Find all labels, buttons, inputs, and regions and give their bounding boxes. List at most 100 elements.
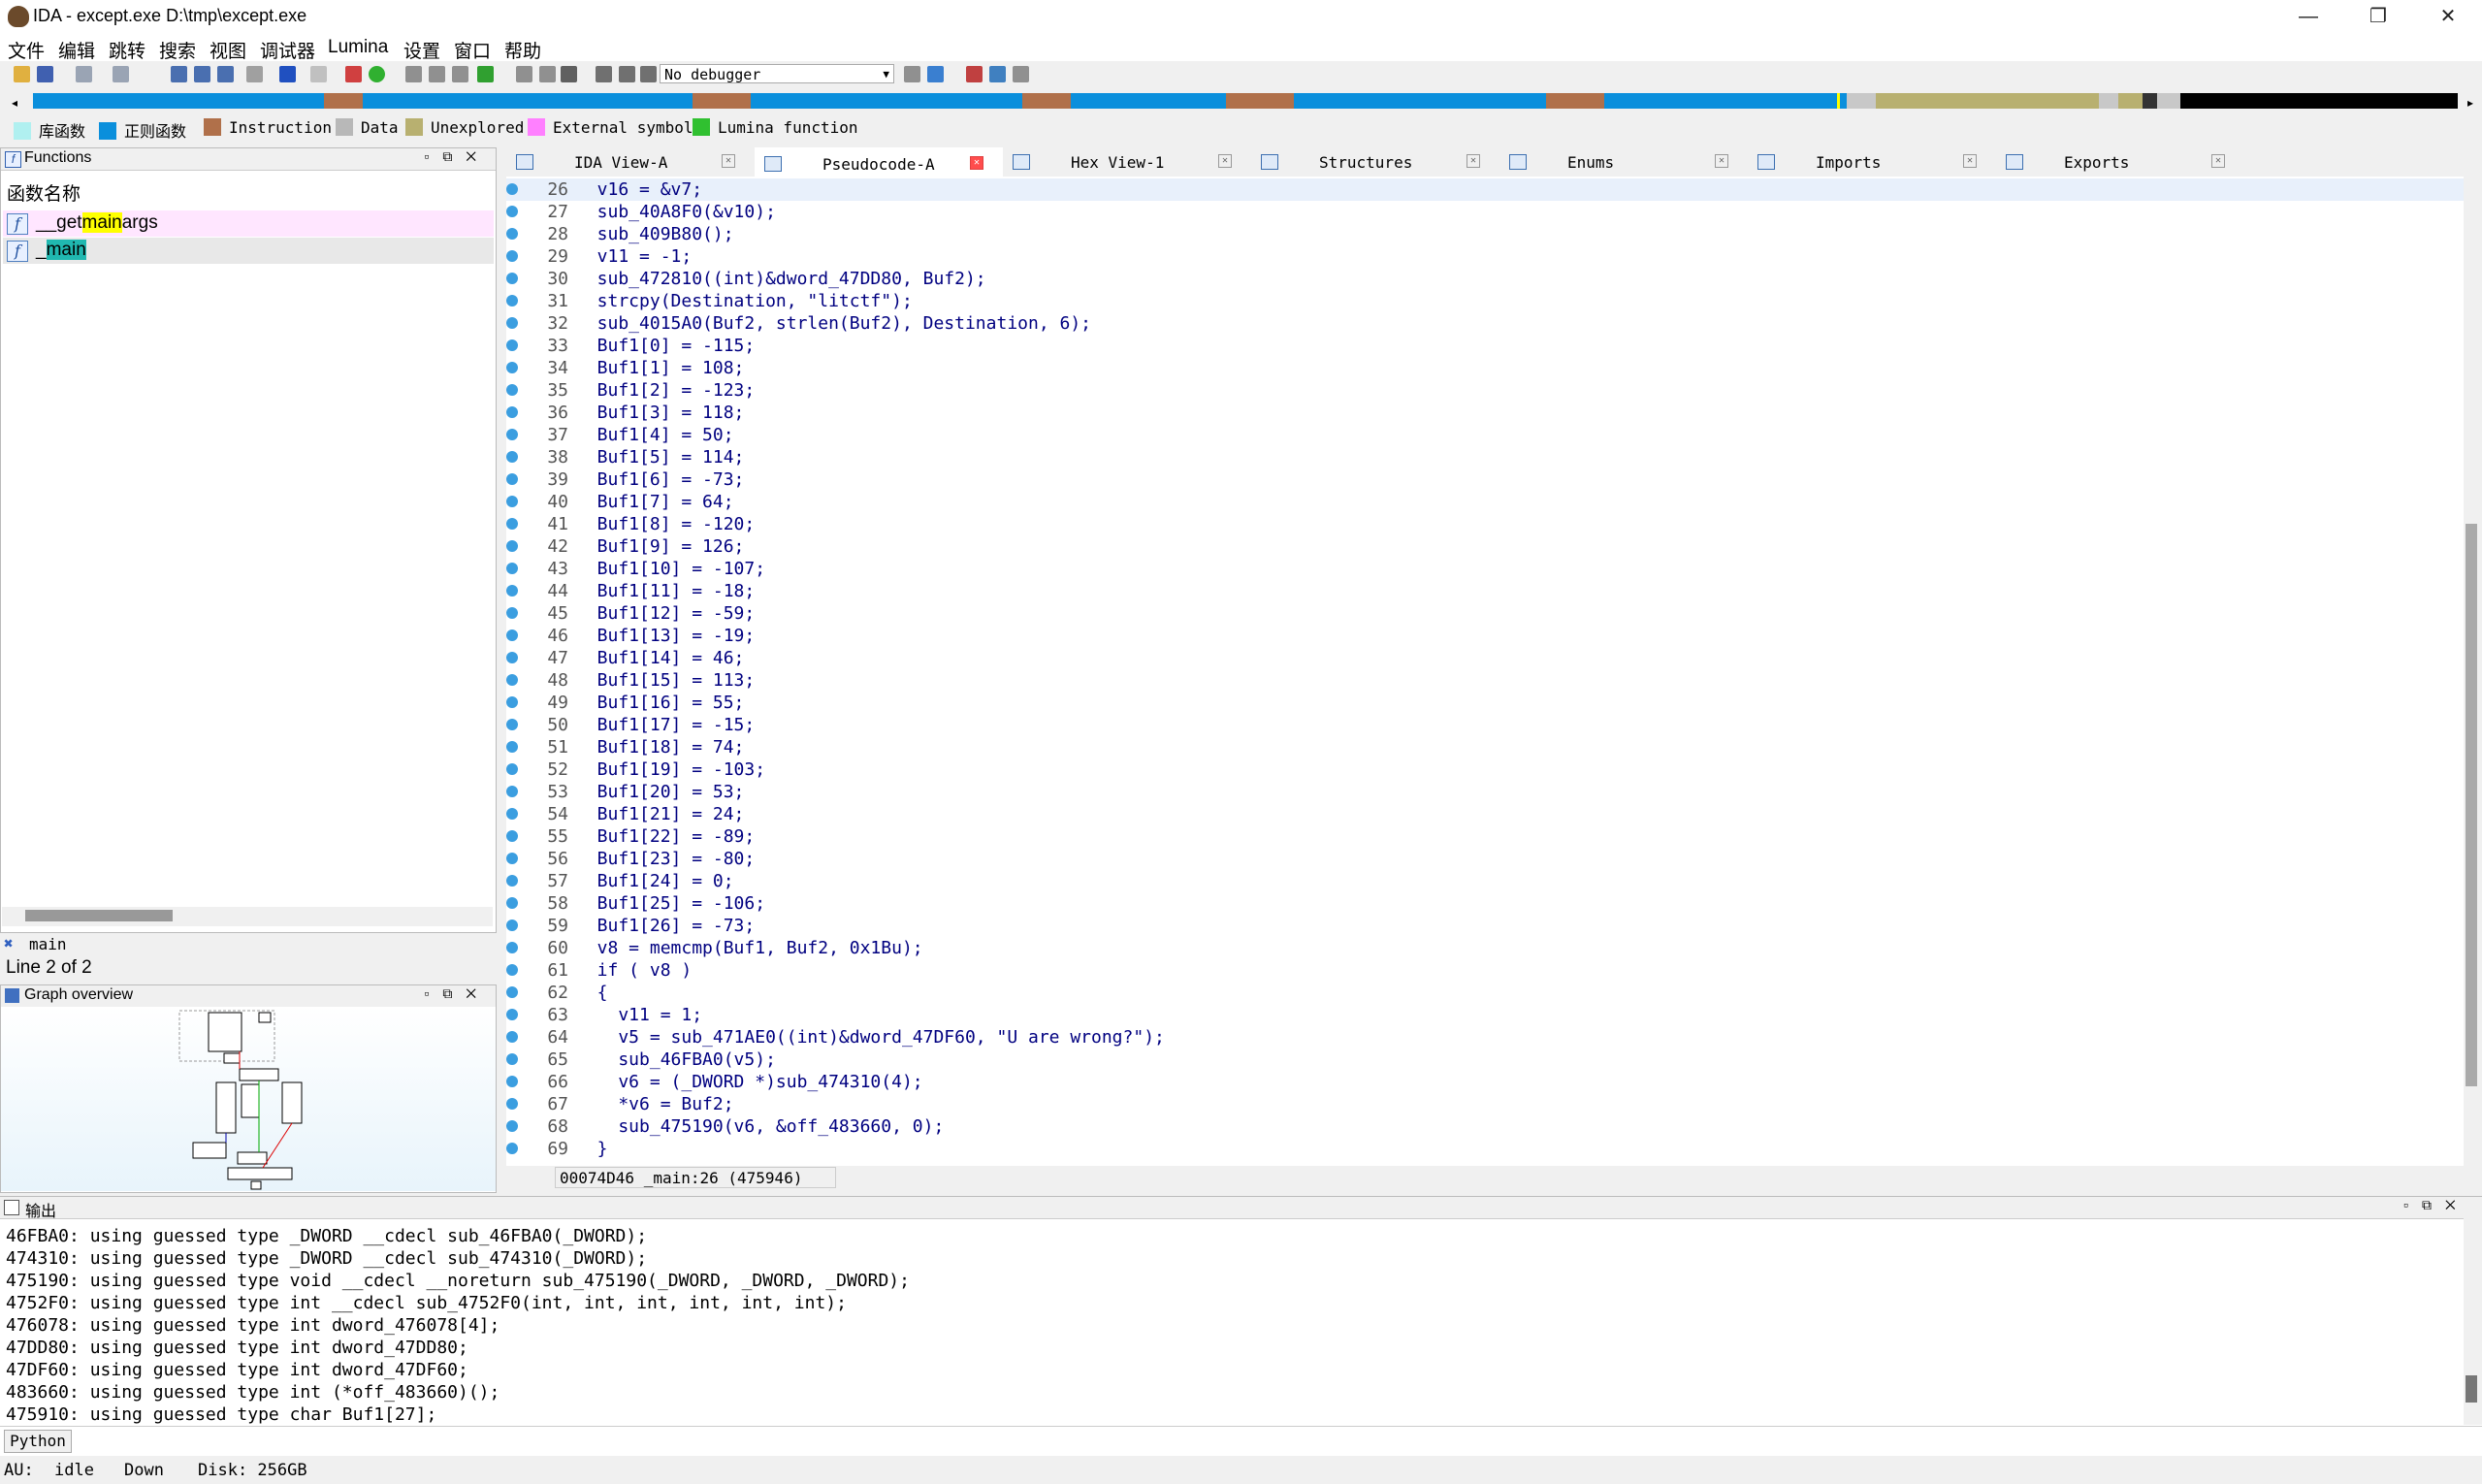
code-text[interactable]: Buf1[0] = -115; bbox=[576, 336, 756, 356]
line-marker-icon[interactable] bbox=[506, 629, 518, 641]
code-line[interactable]: 36 Buf1[3] = 118; bbox=[506, 402, 2464, 424]
code-text[interactable]: Buf1[2] = -123; bbox=[576, 380, 756, 401]
close-icon[interactable]: ✕ bbox=[1963, 154, 1977, 168]
line-marker-icon[interactable] bbox=[506, 473, 518, 485]
graph-overview-canvas[interactable] bbox=[1, 1007, 496, 1191]
code-text[interactable]: } bbox=[576, 1139, 608, 1159]
code-text[interactable]: sub_46FBA0(v5); bbox=[576, 1049, 776, 1070]
line-marker-icon[interactable] bbox=[506, 317, 518, 329]
pause-debug-icon[interactable] bbox=[619, 66, 635, 82]
menu-jump[interactable]: 跳转 bbox=[109, 37, 145, 63]
function-row-getmainargs[interactable]: f __getmainargs bbox=[3, 210, 494, 237]
line-marker-icon[interactable] bbox=[506, 942, 518, 953]
restore-panel-icon[interactable]: ⧉ bbox=[2422, 1197, 2445, 1212]
line-marker-icon[interactable] bbox=[506, 228, 518, 240]
code-text[interactable]: Buf1[1] = 108; bbox=[576, 358, 745, 378]
menu-view[interactable]: 视图 bbox=[210, 37, 246, 63]
code-line[interactable]: 42 Buf1[9] = 126; bbox=[506, 535, 2464, 558]
line-marker-icon[interactable] bbox=[506, 585, 518, 597]
line-marker-icon[interactable] bbox=[506, 719, 518, 730]
menu-search[interactable]: 搜索 bbox=[159, 37, 196, 63]
line-marker-icon[interactable] bbox=[506, 607, 518, 619]
menu-debugger[interactable]: 调试器 bbox=[260, 37, 315, 63]
close-icon[interactable]: ✕ bbox=[970, 156, 983, 170]
tab-ida-view-a[interactable]: IDA View-A ✕ bbox=[506, 147, 755, 177]
code-text[interactable]: v6 = (_DWORD *)sub_474310(4); bbox=[576, 1072, 922, 1092]
code-text[interactable]: v8 = memcmp(Buf1, Buf2, 0x1Bu); bbox=[576, 938, 923, 958]
code-text[interactable]: Buf1[7] = 64; bbox=[576, 492, 734, 512]
code-text[interactable]: Buf1[15] = 113; bbox=[576, 670, 756, 691]
code-line[interactable]: 45 Buf1[12] = -59; bbox=[506, 602, 2464, 625]
close-panel-icon[interactable]: ✕ bbox=[2445, 1197, 2469, 1212]
code-text[interactable]: Buf1[5] = 114; bbox=[576, 447, 745, 468]
code-line[interactable]: 60 v8 = memcmp(Buf1, Buf2, 0x1Bu); bbox=[506, 937, 2464, 959]
code-text[interactable]: Buf1[26] = -73; bbox=[576, 916, 756, 936]
copy-icon[interactable] bbox=[171, 66, 187, 82]
tab-hex-view-1[interactable]: Hex View-1 ✕ bbox=[1003, 147, 1251, 177]
struct-icon[interactable] bbox=[429, 66, 445, 82]
menu-help[interactable]: 帮助 bbox=[504, 37, 541, 63]
tab-imports[interactable]: Imports ✕ bbox=[1748, 147, 1996, 177]
code-text[interactable]: Buf1[10] = -107; bbox=[576, 559, 765, 579]
float-panel-icon[interactable]: ▫ bbox=[424, 148, 442, 164]
lumina-pull-icon[interactable] bbox=[966, 66, 983, 82]
code-line[interactable]: 43 Buf1[10] = -107; bbox=[506, 558, 2464, 580]
function-row-main[interactable]: f _main bbox=[3, 238, 494, 264]
line-marker-icon[interactable] bbox=[506, 1053, 518, 1065]
paste-icon[interactable] bbox=[194, 66, 210, 82]
line-marker-icon[interactable] bbox=[506, 451, 518, 463]
code-line[interactable]: 26 v16 = &v7; bbox=[506, 178, 2464, 201]
code-line[interactable]: 38 Buf1[5] = 114; bbox=[506, 446, 2464, 468]
code-line[interactable]: 27 sub_40A8F0(&v10); bbox=[506, 201, 2464, 223]
line-marker-icon[interactable] bbox=[506, 496, 518, 507]
code-text[interactable]: Buf1[14] = 46; bbox=[576, 648, 745, 668]
line-marker-icon[interactable] bbox=[506, 1031, 518, 1043]
enum-icon[interactable] bbox=[452, 66, 468, 82]
line-marker-icon[interactable] bbox=[506, 206, 518, 217]
code-text[interactable]: *v6 = Buf2; bbox=[576, 1094, 733, 1114]
code-text[interactable]: v5 = sub_471AE0((int)&dword_47DF60, "U a… bbox=[576, 1027, 1165, 1048]
line-marker-icon[interactable] bbox=[506, 1076, 518, 1087]
edit-icon[interactable] bbox=[310, 66, 327, 82]
patch-icon[interactable] bbox=[516, 66, 532, 82]
code-text[interactable]: Buf1[25] = -106; bbox=[576, 893, 765, 914]
code-line[interactable]: 61 if ( v8 ) bbox=[506, 959, 2464, 982]
line-marker-icon[interactable] bbox=[506, 964, 518, 976]
breakpoint-icon[interactable] bbox=[477, 66, 494, 82]
interpreter-select-button[interactable]: Python bbox=[4, 1430, 72, 1453]
line-marker-icon[interactable] bbox=[506, 696, 518, 708]
output-scrollbar-thumb[interactable] bbox=[2466, 1375, 2477, 1403]
code-line[interactable]: 52 Buf1[19] = -103; bbox=[506, 758, 2464, 781]
code-line[interactable]: 39 Buf1[6] = -73; bbox=[506, 468, 2464, 491]
code-text[interactable]: Buf1[12] = -59; bbox=[576, 603, 756, 624]
code-line[interactable]: 68 sub_475190(v6, &off_483660, 0); bbox=[506, 1115, 2464, 1138]
functions-scrollbar-thumb[interactable] bbox=[25, 910, 173, 921]
function-filter-row[interactable]: ✖ main bbox=[0, 933, 497, 953]
close-panel-icon[interactable]: ✕ bbox=[466, 148, 490, 164]
close-icon[interactable]: ✕ bbox=[2211, 154, 2225, 168]
float-panel-icon[interactable]: ▫ bbox=[2403, 1197, 2422, 1212]
close-icon[interactable]: ✕ bbox=[1218, 154, 1232, 168]
line-marker-icon[interactable] bbox=[506, 1143, 518, 1154]
tab-enums[interactable]: Enums ✕ bbox=[1499, 147, 1748, 177]
code-line[interactable]: 51 Buf1[18] = 74; bbox=[506, 736, 2464, 758]
line-marker-icon[interactable] bbox=[506, 295, 518, 306]
line-marker-icon[interactable] bbox=[506, 853, 518, 864]
close-panel-icon[interactable]: ✕ bbox=[466, 985, 490, 1001]
code-line[interactable]: 64 v5 = sub_471AE0((int)&dword_47DF60, "… bbox=[506, 1026, 2464, 1048]
code-line[interactable]: 66 v6 = (_DWORD *)sub_474310(4); bbox=[506, 1071, 2464, 1093]
lumina-push-icon[interactable] bbox=[989, 66, 1006, 82]
line-marker-icon[interactable] bbox=[506, 1120, 518, 1132]
code-line[interactable]: 49 Buf1[16] = 55; bbox=[506, 692, 2464, 714]
code-text[interactable]: sub_40A8F0(&v10); bbox=[576, 202, 776, 222]
line-marker-icon[interactable] bbox=[506, 652, 518, 663]
line-marker-icon[interactable] bbox=[506, 830, 518, 842]
code-text[interactable]: Buf1[11] = -18; bbox=[576, 581, 756, 601]
code-text[interactable]: Buf1[16] = 55; bbox=[576, 693, 745, 713]
start-debug-icon[interactable] bbox=[596, 66, 612, 82]
code-text[interactable]: sub_4015A0(Buf2, strlen(Buf2), Destinati… bbox=[576, 313, 1091, 334]
code-text[interactable]: sub_472810((int)&dword_47DD80, Buf2); bbox=[576, 269, 986, 289]
code-line[interactable]: 63 v11 = 1; bbox=[506, 1004, 2464, 1026]
code-line[interactable]: 44 Buf1[11] = -18; bbox=[506, 580, 2464, 602]
line-marker-icon[interactable] bbox=[506, 250, 518, 262]
